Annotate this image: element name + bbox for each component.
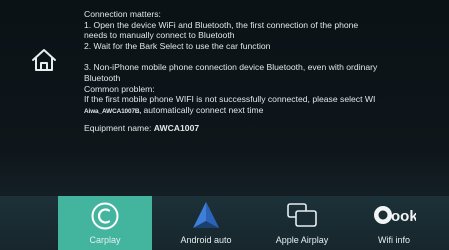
info-step-1: 1. Open the device WiFi and Bluetooth, t… [84,19,359,30]
info-heading: Connection matters: [84,9,161,19]
equipment-value: AWCA1007 [153,123,200,134]
common-problem-text-cont: Aiwa_AWCA1007B, automatically connect ne… [84,105,446,118]
airplay-screens-icon [287,203,317,227]
carplay-label: Carplay [89,235,121,245]
android-auto-button[interactable]: Android auto [168,196,244,250]
connection-info: Connection matters: 1. Open the device W… [84,9,446,134]
svg-text:ook: ook [391,208,416,225]
android-auto-icon [193,202,219,228]
look-icon: ook [374,206,416,225]
screen: Connection matters: 1. Open the device W… [0,0,449,250]
android-auto-label: Android auto [180,235,232,245]
info-step-3-cont: Bluetooth [84,72,121,83]
info-step-3: 3. Non-iPhone mobile phone connection de… [84,62,378,73]
home-icon[interactable] [31,48,57,72]
equipment-name: Equipment name: AWCA1007 [84,123,446,134]
info-step-2: 2. Wait for the Bark Select to use the c… [84,40,271,51]
carplay-icon [91,202,119,230]
wifi-ssid: Aiwa_AWCA1007B, [84,107,142,115]
wifi-info-button[interactable]: ook Wifi info [356,196,432,250]
wifi-info-label: Wifi info [377,235,410,245]
common-problem-text: If the first mobile phone WIFI is not su… [84,94,376,105]
carplay-button[interactable]: Carplay [58,196,152,250]
common-problem-heading: Common problem: [84,83,155,94]
equipment-label: Equipment name: [84,123,154,134]
apple-airplay-label: Apple Airplay [275,235,329,245]
auto-connect-text: automatically connect next time [141,104,264,115]
info-step-1-cont: needs to manually connect to Bluetooth [84,30,235,41]
bottom-nav-bar: Carplay Android auto Apple Airplay ook W… [0,196,449,250]
apple-airplay-button[interactable]: Apple Airplay [258,196,346,250]
